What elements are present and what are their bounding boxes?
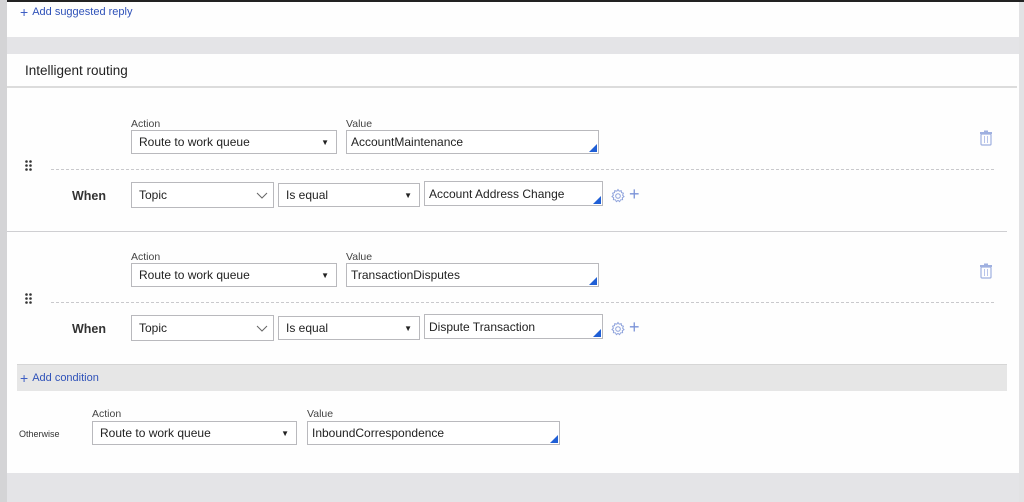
add-condition-bar: + Add condition	[17, 364, 1007, 391]
autocomplete-corner-icon	[589, 277, 597, 285]
condition-operator-select[interactable]: Is equal ▼	[278, 316, 420, 340]
suggested-replies-card: + Add suggested reply	[7, 2, 1019, 37]
value-input[interactable]: AccountMaintenance	[346, 130, 599, 154]
add-condition-link[interactable]: + Add condition	[20, 369, 99, 386]
trash-icon[interactable]	[979, 263, 993, 284]
autocomplete-corner-icon	[593, 329, 601, 337]
otherwise-label: Otherwise	[19, 429, 60, 439]
add-suggested-reply-link[interactable]: + Add suggested reply	[20, 3, 133, 20]
dotted-divider	[51, 169, 994, 170]
intelligent-routing-card: Intelligent routing Action Route to work…	[7, 54, 1019, 473]
value-label: Value	[346, 251, 373, 263]
condition-value-text: Dispute Transaction	[429, 319, 536, 334]
condition-operator-value: Is equal	[286, 321, 329, 335]
value-input-text: AccountMaintenance	[351, 135, 464, 149]
autocomplete-corner-icon	[550, 435, 558, 443]
action-select-value: Route to work queue	[139, 135, 250, 149]
otherwise-value-text: InboundCorrespondence	[312, 426, 445, 440]
value-label: Value	[346, 118, 373, 130]
condition-value-input[interactable]: Dispute Transaction	[424, 314, 603, 339]
routing-rule: Action Route to work queue ▼ Value Trans…	[7, 187, 1007, 367]
action-select[interactable]: Route to work queue ▼	[131, 130, 337, 154]
gear-icon[interactable]	[610, 321, 626, 342]
action-label: Action	[131, 118, 161, 130]
value-input-text: TransactionDisputes	[351, 268, 460, 282]
scrollbar[interactable]	[1019, 2, 1024, 502]
value-input[interactable]: TransactionDisputes	[346, 263, 599, 287]
otherwise-action-select[interactable]: Route to work queue ▼	[92, 421, 297, 445]
chevron-down-icon	[255, 319, 269, 338]
plus-icon: +	[20, 369, 29, 386]
otherwise-action-label: Action	[92, 408, 122, 420]
caret-down-icon: ▼	[321, 138, 329, 147]
trash-icon[interactable]	[979, 130, 993, 151]
caret-down-icon: ▼	[321, 271, 329, 280]
add-condition-plus-icon[interactable]: +	[629, 318, 640, 336]
otherwise-value-label: Value	[307, 408, 334, 420]
drag-handle-icon[interactable]	[25, 159, 33, 177]
condition-field-value: Topic	[139, 321, 168, 335]
add-suggested-reply-label: Add suggested reply	[32, 6, 133, 18]
action-select[interactable]: Route to work queue ▼	[131, 263, 337, 287]
autocomplete-corner-icon	[589, 144, 597, 152]
otherwise-value-input[interactable]: InboundCorrespondence	[307, 421, 560, 445]
add-condition-label: Add condition	[32, 372, 99, 384]
drag-handle-icon[interactable]	[25, 292, 33, 310]
caret-down-icon: ▼	[281, 429, 289, 438]
otherwise-action-value: Route to work queue	[100, 426, 211, 440]
caret-down-icon: ▼	[404, 324, 412, 333]
condition-field-select[interactable]: Topic	[131, 315, 274, 341]
action-select-value: Route to work queue	[139, 268, 250, 282]
left-edge	[0, 0, 7, 502]
plus-icon: +	[20, 3, 29, 20]
when-label: When	[72, 322, 107, 336]
action-label: Action	[131, 251, 161, 263]
dotted-divider	[51, 302, 994, 303]
